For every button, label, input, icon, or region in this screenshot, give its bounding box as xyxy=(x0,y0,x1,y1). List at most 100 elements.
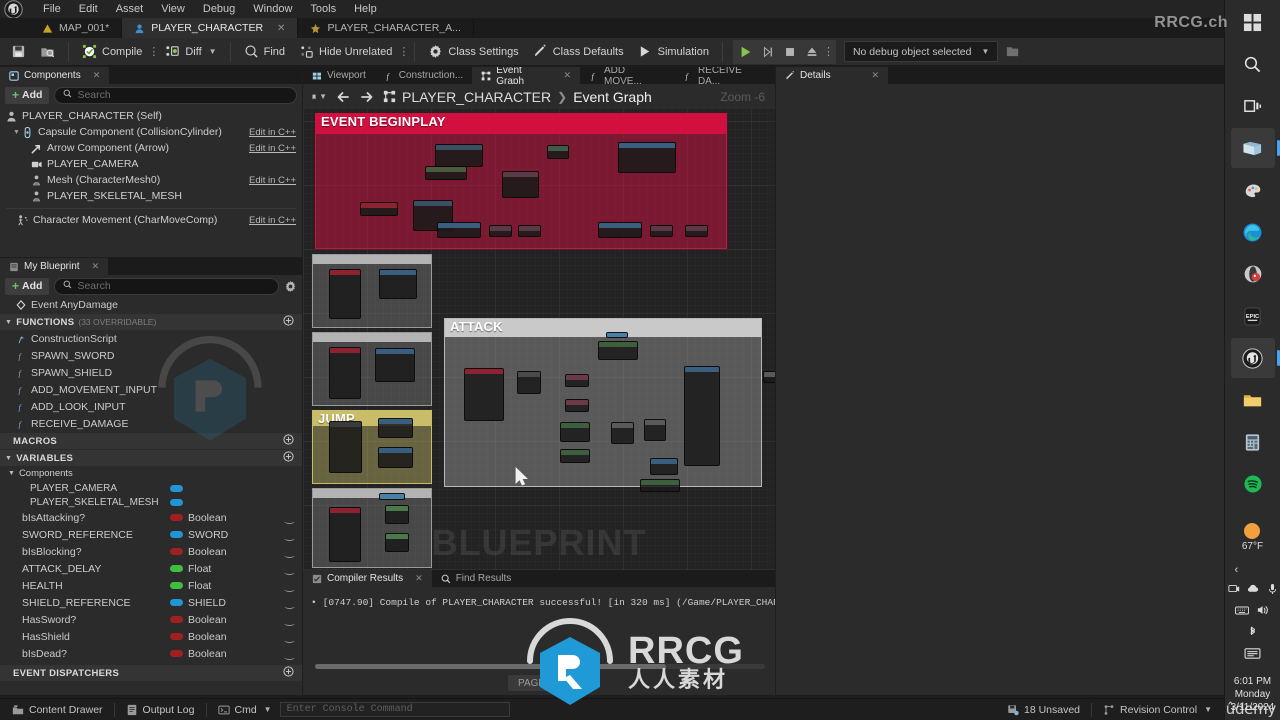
variable-row[interactable]: bIsDead? Boolean ‿ xyxy=(0,645,302,662)
diff-button[interactable]: Diff ▼ xyxy=(158,40,223,64)
bp-node[interactable] xyxy=(611,422,634,444)
bp-node[interactable] xyxy=(640,479,680,492)
bookmark-icon[interactable]: ▼ xyxy=(311,89,327,105)
compile-button[interactable]: Compile xyxy=(75,40,149,64)
forward-button[interactable] xyxy=(359,89,375,105)
component-row-character-movement[interactable]: Character Movement (CharMoveComp) Edit i… xyxy=(0,212,302,228)
weather-widget[interactable]: 67°F xyxy=(1242,523,1263,552)
find-button[interactable]: Find xyxy=(237,40,292,64)
bp-node[interactable] xyxy=(644,419,666,441)
bluetooth-icon[interactable] xyxy=(1246,625,1259,641)
graph-canvas[interactable]: EVENT BEGINPLAY JUMP ATTACK BLUEPRINT xyxy=(303,109,775,570)
bp-node[interactable] xyxy=(502,171,539,198)
variable-row[interactable]: SWORD_REFERENCE SWORD ‿ xyxy=(0,526,302,543)
bp-node[interactable] xyxy=(329,421,362,473)
bp-node[interactable] xyxy=(329,347,361,399)
close-icon[interactable]: ✕ xyxy=(277,23,285,34)
variable-row[interactable]: HEALTH Float ‿ xyxy=(0,577,302,594)
notifications-icon[interactable] xyxy=(1244,647,1261,663)
stop-button[interactable] xyxy=(780,42,800,62)
tab-construction-script[interactable]: f Construction... xyxy=(374,67,473,84)
bp-node[interactable] xyxy=(360,202,398,216)
close-icon[interactable]: ✕ xyxy=(415,573,423,584)
close-icon[interactable]: ✕ xyxy=(871,70,879,81)
eject-button[interactable] xyxy=(802,42,822,62)
step-forward-button[interactable] xyxy=(758,42,778,62)
chevron-up-icon[interactable]: ‹ xyxy=(1235,564,1239,576)
component-row-player-camera[interactable]: PLAYER_CAMERA xyxy=(0,156,302,172)
class-defaults-button[interactable]: Class Defaults xyxy=(526,40,631,64)
add-event-dispatcher-button[interactable] xyxy=(283,666,294,680)
bp-node[interactable] xyxy=(565,399,589,412)
tab-receive-damage[interactable]: f RECEIVE DA... xyxy=(673,67,775,87)
function-item-add-movement-input[interactable]: f ADD_MOVEMENT_INPUT xyxy=(0,381,302,398)
transport-options-button[interactable]: ⋮ xyxy=(823,45,834,58)
bp-node[interactable] xyxy=(598,222,642,238)
variable-row[interactable]: HasSword? Boolean ‿ xyxy=(0,611,302,628)
function-item-add-look-input[interactable]: f ADD_LOOK_INPUT xyxy=(0,398,302,415)
variable-row[interactable]: HasShield Boolean ‿ xyxy=(0,628,302,645)
chevron-down-icon[interactable]: ▼ xyxy=(12,129,21,136)
bp-node[interactable] xyxy=(379,493,405,500)
add-function-button[interactable] xyxy=(283,315,294,329)
component-row-arrow[interactable]: Arrow Component (Arrow) Edit in C++ xyxy=(0,140,302,156)
bp-node[interactable] xyxy=(437,222,481,238)
bp-node[interactable] xyxy=(435,144,483,167)
bp-node[interactable] xyxy=(560,449,590,463)
tab-add-movement[interactable]: f ADD MOVE... xyxy=(580,67,674,87)
bp-node[interactable] xyxy=(606,332,628,338)
tab-my-blueprint[interactable]: My Blueprint ✕ xyxy=(0,258,109,275)
onedrive-icon[interactable] xyxy=(1227,583,1240,598)
bp-node[interactable] xyxy=(379,269,417,299)
content-drawer-button[interactable]: Content Drawer xyxy=(4,700,111,720)
my-blueprint-search-input[interactable]: Search xyxy=(54,277,279,295)
task-view-icon[interactable] xyxy=(1231,86,1275,126)
add-blueprint-item-button[interactable]: + Add xyxy=(5,277,50,295)
bp-node[interactable] xyxy=(329,269,361,319)
simulation-button[interactable]: Simulation xyxy=(631,40,716,64)
edit-in-cpp-link[interactable]: Edit in C++ xyxy=(249,143,296,154)
eye-visibility-icon[interactable]: ‿ xyxy=(285,545,294,558)
menu-item-debug[interactable]: Debug xyxy=(194,0,244,18)
keyboard-icon[interactable] xyxy=(1235,605,1249,619)
component-row-player-skeletal-mesh[interactable]: PLAYER_SKELETAL_MESH xyxy=(0,188,302,204)
menu-item-view[interactable]: View xyxy=(152,0,194,18)
components-search-input[interactable]: Search xyxy=(54,86,297,104)
section-functions[interactable]: ▼ FUNCTIONS (33 OVERRIDABLE) xyxy=(0,314,302,330)
browse-to-asset-button[interactable] xyxy=(33,40,62,64)
page-dropdown-button[interactable]: PAGE ▼ xyxy=(508,675,570,691)
eye-visibility-icon[interactable]: ‿ xyxy=(285,511,294,524)
bp-node[interactable] xyxy=(763,371,775,383)
bp-node[interactable] xyxy=(378,418,413,438)
opera-gx-icon[interactable] xyxy=(1231,254,1275,294)
debug-filter-button[interactable] xyxy=(998,40,1027,64)
hide-unrelated-options-button[interactable]: ⋮ xyxy=(398,45,409,58)
eye-visibility-icon[interactable]: ‿ xyxy=(285,630,294,643)
edit-in-cpp-link[interactable]: Edit in C++ xyxy=(249,215,296,226)
cmd-dropdown[interactable]: Cmd ▼ xyxy=(210,700,280,720)
bp-node[interactable] xyxy=(464,368,504,421)
bp-node[interactable] xyxy=(565,374,589,387)
component-row-mesh[interactable]: Mesh (CharacterMesh0) Edit in C++ xyxy=(0,172,302,188)
menu-item-help[interactable]: Help xyxy=(345,0,386,18)
debug-object-dropdown[interactable]: No debug object selected ▼ xyxy=(843,41,999,62)
close-icon[interactable]: ✕ xyxy=(93,70,101,81)
bp-node[interactable] xyxy=(425,166,467,180)
component-variable-row[interactable]: PLAYER_CAMERA xyxy=(0,481,302,495)
bp-node[interactable] xyxy=(378,447,413,468)
eye-visibility-icon[interactable]: ‿ xyxy=(285,647,294,660)
bp-node[interactable] xyxy=(547,145,569,159)
compiler-results-body[interactable]: • [0747.90] Compile of PLAYER_CHARACTER … xyxy=(303,587,775,695)
play-button[interactable] xyxy=(736,42,756,62)
bp-node[interactable] xyxy=(385,533,409,552)
function-item-constructionscript[interactable]: ConstructionScript xyxy=(0,330,302,347)
start-windows-icon[interactable] xyxy=(1231,2,1275,42)
menu-item-asset[interactable]: Asset xyxy=(107,0,153,18)
unreal-engine-icon[interactable] xyxy=(1230,338,1275,378)
section-variables[interactable]: ▼ VARIABLES xyxy=(0,450,302,466)
eye-visibility-icon[interactable]: ‿ xyxy=(285,613,294,626)
console-command-input[interactable]: Enter Console Command xyxy=(279,702,510,717)
component-row-self[interactable]: PLAYER_CHARACTER (Self) xyxy=(0,108,302,124)
cloud-icon[interactable] xyxy=(1247,582,1260,598)
bp-node[interactable] xyxy=(650,225,673,237)
